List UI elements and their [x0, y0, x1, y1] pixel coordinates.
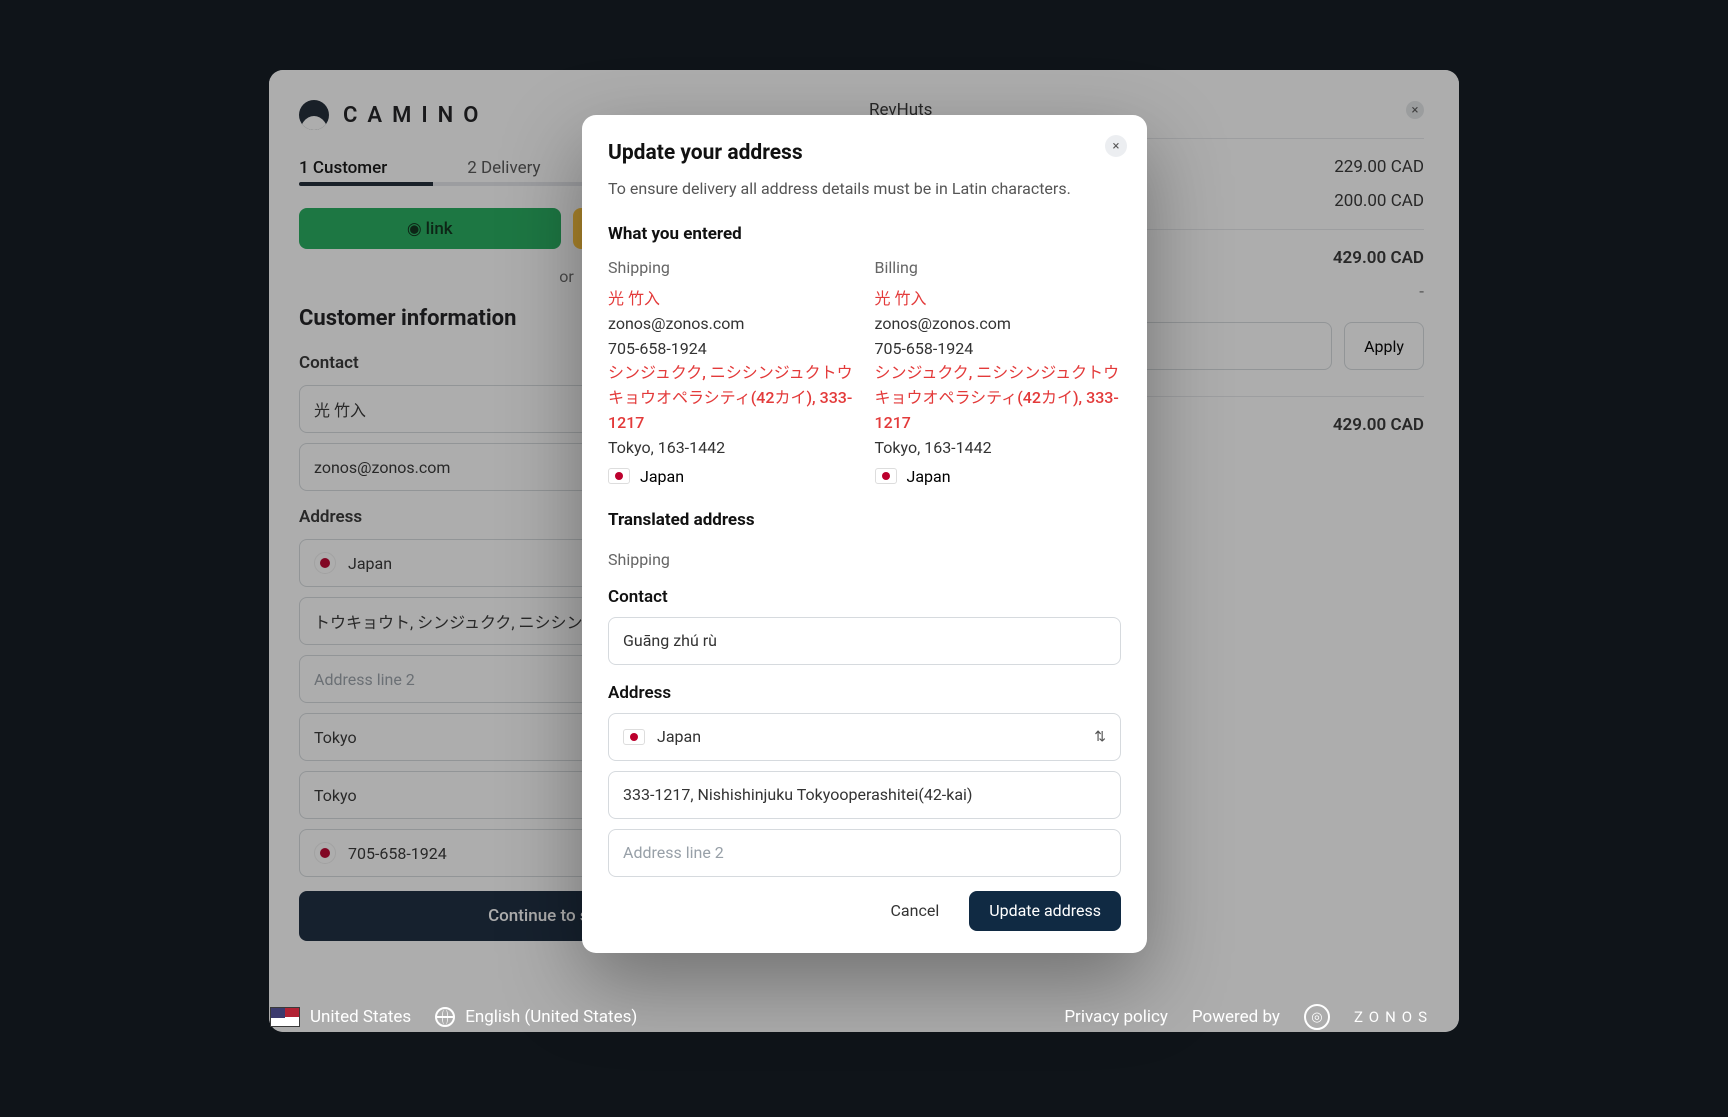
modal-subtitle: To ensure delivery all address details m…: [608, 179, 1121, 198]
translated-country-select[interactable]: Japan⇅: [608, 713, 1121, 761]
translated-contact-input[interactable]: Guāng zhú rù: [608, 617, 1121, 665]
footer-language[interactable]: English (United States): [465, 1007, 637, 1027]
brand-name: CAMINO: [343, 103, 488, 128]
apply-promo-button[interactable]: Apply: [1344, 322, 1424, 370]
translated-line2-input[interactable]: Address line 2: [608, 829, 1121, 877]
entered-heading: What you entered: [608, 224, 1121, 244]
step-delivery[interactable]: 2 Delivery: [467, 158, 540, 178]
powered-by-label: Powered by: [1192, 1007, 1280, 1027]
modal-title: Update your address: [608, 141, 1121, 165]
duties-taxes: 200.00 CAD: [1334, 191, 1424, 211]
japan-flag-icon: [608, 468, 630, 484]
update-address-button[interactable]: Update address: [969, 891, 1121, 931]
city-input[interactable]: Tokyo: [299, 713, 601, 761]
total: 429.00 CAD: [1333, 248, 1424, 268]
japan-flag-icon: [314, 552, 336, 574]
translated-line1-input[interactable]: 333-1217, Nishishinjuku Tokyooperashitei…: [608, 771, 1121, 819]
privacy-link[interactable]: Privacy policy: [1064, 1007, 1168, 1027]
remove-item-button[interactable]: ×: [1406, 101, 1424, 119]
grand-total: 429.00 CAD: [1333, 415, 1424, 435]
translated-heading: Translated address: [608, 510, 1121, 530]
entered-billing: Billing 光 竹入 zonos@zonos.com 705-658-192…: [875, 258, 1122, 486]
japan-flag-icon: [314, 842, 336, 864]
pay-link-button[interactable]: ◉ link: [299, 208, 561, 249]
page-footer: United States English (United States) Pr…: [270, 1004, 1433, 1030]
japan-flag-icon: [623, 729, 645, 745]
us-flag-icon: [270, 1007, 300, 1027]
zonos-logo-icon: ◎: [1304, 1004, 1330, 1030]
subtotal: 229.00 CAD: [1334, 157, 1424, 177]
zonos-brand: ZONOS: [1354, 1008, 1433, 1026]
address-field-label: Address: [608, 683, 1121, 703]
shipping-cost: -: [1419, 282, 1424, 302]
close-icon[interactable]: ×: [1105, 135, 1127, 157]
footer-country[interactable]: United States: [310, 1007, 411, 1027]
globe-icon: [435, 1007, 455, 1027]
camino-logo-icon: [299, 100, 329, 130]
chevron-updown-icon: ⇅: [1094, 729, 1106, 745]
contact-field-label: Contact: [608, 587, 1121, 607]
translated-shipping-label: Shipping: [608, 550, 1121, 569]
step-customer[interactable]: 1 Customer: [299, 158, 387, 178]
update-address-modal: Update your address × To ensure delivery…: [582, 115, 1147, 953]
entered-shipping: Shipping 光 竹入 zonos@zonos.com 705-658-19…: [608, 258, 855, 486]
japan-flag-icon: [875, 468, 897, 484]
cancel-button[interactable]: Cancel: [871, 891, 960, 931]
